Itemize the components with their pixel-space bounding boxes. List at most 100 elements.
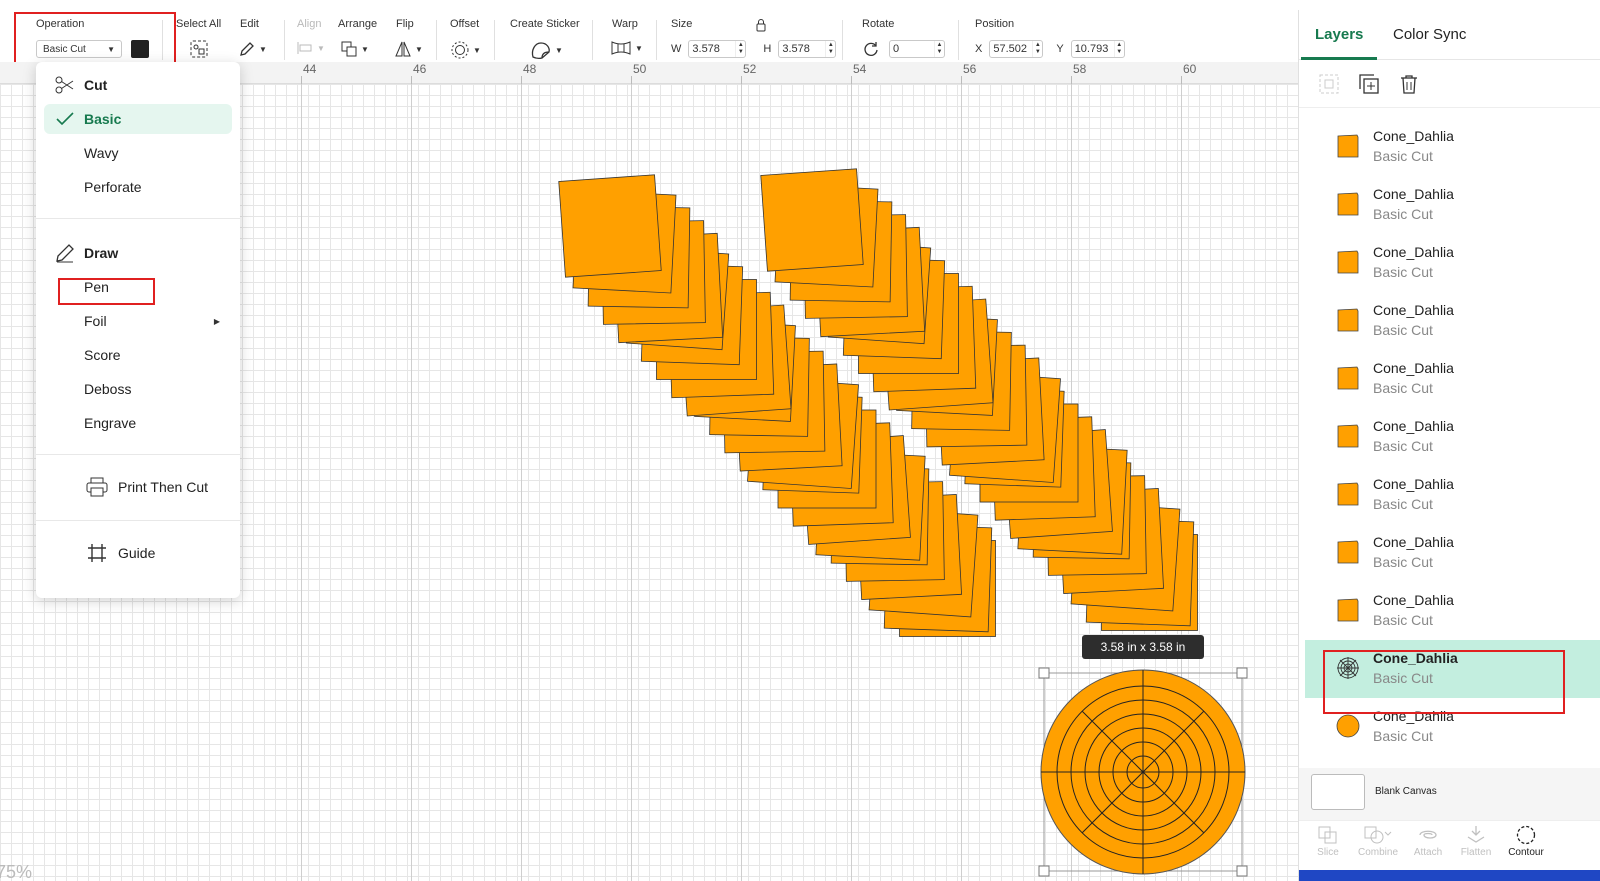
layer-tools [1299,60,1600,108]
attach-label: Attach [1413,847,1443,858]
delete-button[interactable] [1397,72,1421,96]
menu-item-foil[interactable]: Foil ▶ [44,306,232,336]
menu-item-label: Basic [84,111,122,127]
menu-item-deboss[interactable]: Deboss [44,374,232,404]
tab-color-sync[interactable]: Color Sync [1393,26,1466,43]
layer-row[interactable]: Cone_Dahlia Basic Cut [1305,466,1600,524]
layer-row[interactable]: Cone_Dahlia Basic Cut [1305,640,1600,698]
layers-panel: Layers Color Sync Cone_Dahlia Basic Cut Co… [1298,10,1600,881]
slice-icon [1318,826,1337,844]
layer-row[interactable]: Cone_Dahlia Basic Cut [1305,698,1600,756]
menu-divider [36,520,240,521]
menu-item-label: Wavy [84,145,119,161]
layer-row[interactable]: Cone_Dahlia Basic Cut [1305,118,1600,176]
resize-handle[interactable] [1038,667,1050,679]
attach-icon [1419,830,1437,839]
menu-header-label: Cut [84,77,108,93]
menu-item-wavy[interactable]: Wavy [44,138,232,168]
square-thumbnail-icon [1335,365,1361,391]
scissors-icon [54,74,76,96]
square-thumbnail-icon [1335,481,1361,507]
menu-header-cut: Cut [44,70,232,100]
layer-name: Cone_Dahlia [1373,534,1454,550]
layer-operation: Basic Cut [1373,148,1433,164]
layer-operation: Basic Cut [1373,612,1433,628]
square-thumbnail-icon [1335,133,1361,159]
menu-item-score[interactable]: Score [44,340,232,370]
layer-row[interactable]: Cone_Dahlia Basic Cut [1305,234,1600,292]
layer-row[interactable]: Cone_Dahlia Basic Cut [1305,408,1600,466]
blank-canvas-label: Blank Canvas [1375,786,1437,797]
flatten-button[interactable]: Flatten [1451,825,1501,858]
contour-button[interactable]: Contour [1501,825,1551,858]
combine-button[interactable]: Combine [1353,825,1403,858]
duplicate-icon [1359,74,1379,94]
zoom-level[interactable]: 75% [0,862,32,881]
menu-item-label: Deboss [84,381,132,397]
bottom-tools: Slice Combine Attach Flatten Contour [1299,820,1600,870]
panel-tabs: Layers Color Sync [1299,10,1600,60]
layer-name: Cone_Dahlia [1373,418,1454,434]
layer-row[interactable]: Cone_Dahlia Basic Cut [1305,176,1600,234]
contour-icon [1516,825,1536,845]
resize-handle[interactable] [1038,865,1050,877]
menu-divider [36,454,240,455]
layer-row[interactable]: Cone_Dahlia Basic Cut [1305,582,1600,640]
attach-button[interactable]: Attach [1403,825,1453,858]
menu-divider [36,218,240,219]
layer-row[interactable]: Cone_Dahlia Basic Cut [1305,350,1600,408]
menu-item-label: Perforate [84,179,142,195]
flatten-label: Flatten [1460,847,1492,858]
square-thumbnail-icon [1335,307,1361,333]
menu-item-label: Engrave [84,415,137,431]
resize-handle[interactable] [1236,667,1248,679]
notification-bar [1299,870,1600,881]
layer-operation: Basic Cut [1373,438,1433,454]
pen-icon [54,242,76,264]
menu-item-guide[interactable]: Guide [44,538,232,568]
menu-item-engrave[interactable]: Engrave [44,408,232,438]
orange-square-stack[interactable] [558,168,1198,637]
submenu-arrow-icon: ▶ [213,316,220,326]
printer-icon [86,476,108,498]
size-tooltip: 3.58 in x 3.58 in [1082,635,1204,659]
web-thumbnail-icon [1335,655,1361,681]
blank-canvas-row[interactable]: Blank Canvas [1299,768,1600,820]
menu-item-pen[interactable]: Pen [44,272,232,302]
menu-item-basic[interactable]: Basic [44,104,232,134]
menu-item-print-then-cut[interactable]: Print Then Cut [44,472,232,502]
menu-item-label: Score [84,347,121,363]
menu-item-perforate[interactable]: Perforate [44,172,232,202]
selected-circle-shape[interactable] [1038,667,1248,877]
slice-button[interactable]: Slice [1303,825,1353,858]
layer-operation: Basic Cut [1373,206,1433,222]
resize-handle[interactable] [1236,865,1248,877]
square-thumbnail-icon [1335,539,1361,565]
combine-icon [1364,826,1392,844]
duplicate-button[interactable] [1357,72,1381,96]
layer-name: Cone_Dahlia [1373,244,1454,260]
operation-dropdown-menu: Cut Basic Wavy Perforate Draw Pen Foil ▶ [36,62,240,598]
menu-header-draw: Draw [44,238,232,268]
flatten-icon [1467,826,1485,843]
trash-icon [1401,75,1417,94]
layer-operation: Basic Cut [1373,670,1433,686]
square-thumbnail-icon [1335,191,1361,217]
combine-label: Combine [1357,847,1399,858]
layer-name: Cone_Dahlia [1373,476,1454,492]
layer-operation: Basic Cut [1373,496,1433,512]
tab-layers[interactable]: Layers [1315,26,1363,43]
layer-row[interactable]: Cone_Dahlia Basic Cut [1305,292,1600,350]
layer-name: Cone_Dahlia [1373,302,1454,318]
layer-operation: Basic Cut [1373,554,1433,570]
group-button[interactable] [1317,72,1341,96]
layer-name: Cone_Dahlia [1373,360,1454,376]
layer-operation: Basic Cut [1373,264,1433,280]
layer-operation: Basic Cut [1373,728,1433,744]
layer-row[interactable]: Cone_Dahlia Basic Cut [1305,524,1600,582]
layer-operation: Basic Cut [1373,322,1433,338]
menu-item-label: Pen [84,279,109,295]
checkmark-icon [54,108,76,130]
square-thumbnail-icon [1335,423,1361,449]
square-thumbnail-icon [1335,249,1361,275]
